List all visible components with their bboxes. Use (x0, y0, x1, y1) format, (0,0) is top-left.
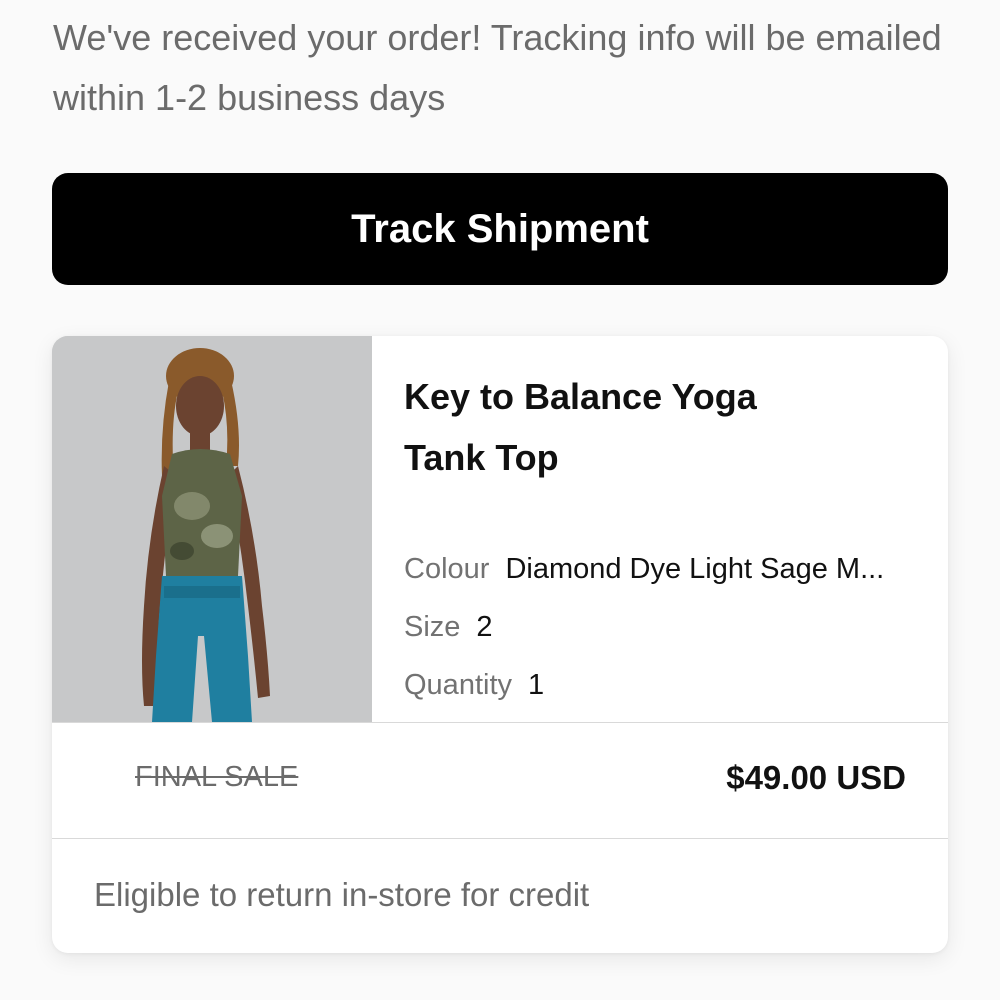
card-divider (52, 838, 948, 839)
card-divider (52, 722, 948, 723)
attribute-label: Size (404, 611, 461, 643)
product-details: Key to Balance Yoga Tank Top Colour Diamo… (404, 366, 934, 714)
track-shipment-button[interactable]: Track Shipment (52, 173, 948, 285)
product-image[interactable] (52, 336, 372, 722)
final-sale-label: FINAL SALE (135, 761, 299, 793)
confirmation-message: We've received your order! Tracking info… (53, 17, 942, 118)
product-name[interactable]: Key to Balance Yoga Tank Top (404, 366, 824, 488)
product-attributes: Colour Diamond Dye Light Sage M... Size 2 … (404, 540, 934, 714)
return-eligibility-note: Eligible to return in-store for credit (94, 876, 590, 913)
attribute-value: 2 (476, 611, 493, 643)
attribute-colour: Colour Diamond Dye Light Sage M... (404, 540, 934, 598)
attribute-quantity: Quantity 1 (404, 656, 934, 714)
attribute-label: Colour (404, 553, 490, 585)
attribute-value: 1 (528, 669, 545, 701)
attribute-size: Size 2 (404, 598, 934, 656)
item-price: $49.00 USD (726, 759, 906, 796)
attribute-label: Quantity (404, 669, 512, 701)
order-confirmation-page: We've received your order! Tracking info… (0, 0, 1000, 1000)
order-item-card: Key to Balance Yoga Tank Top Colour Diamo… (52, 336, 948, 953)
attribute-value: Diamond Dye Light Sage M... (505, 553, 885, 585)
product-photo-icon (52, 336, 372, 722)
